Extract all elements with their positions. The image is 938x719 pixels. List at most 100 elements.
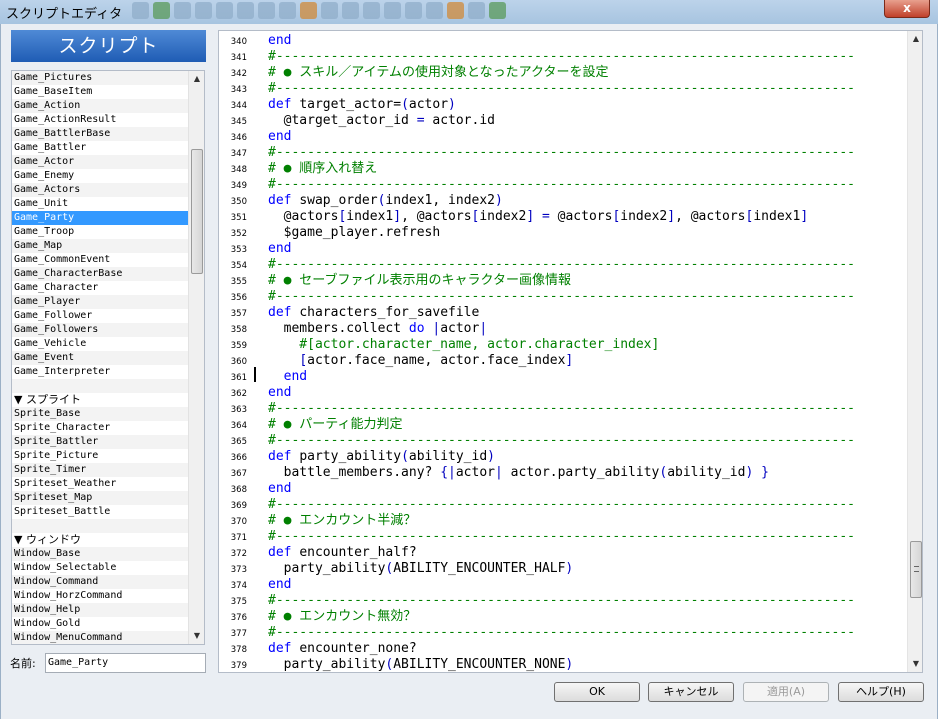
- code-line[interactable]: 346 end: [219, 129, 907, 145]
- script-list[interactable]: Game_Pictures Game_BaseItem Game_Action Gam…: [11, 70, 205, 645]
- toolbar-button-icon[interactable]: [174, 2, 191, 19]
- code-line[interactable]: 364 # ● パーティ能力判定: [219, 417, 907, 433]
- script-list-item[interactable]: Game_CommonEvent: [12, 253, 188, 267]
- toolbar-button-icon[interactable]: [300, 2, 317, 19]
- script-list-item-selected[interactable]: Game_Party: [12, 211, 188, 225]
- code-line[interactable]: 348 # ● 順序入れ替え: [219, 161, 907, 177]
- script-list-item[interactable]: Game_Player: [12, 295, 188, 309]
- script-list-item[interactable]: Spriteset_Battle: [12, 505, 188, 519]
- script-list-item[interactable]: Window_Command: [12, 575, 188, 589]
- script-list-item[interactable]: Game_Enemy: [12, 169, 188, 183]
- scroll-up-arrow-icon[interactable]: ▲: [189, 71, 204, 87]
- code-line[interactable]: 369 #------------------------------------…: [219, 497, 907, 513]
- code-line[interactable]: 352 $game_player.refresh: [219, 225, 907, 241]
- script-list-item[interactable]: Game_Map: [12, 239, 188, 253]
- script-list-item[interactable]: Game_Vehicle: [12, 337, 188, 351]
- script-list-item[interactable]: Game_CharacterBase: [12, 267, 188, 281]
- code-line[interactable]: 360 [actor.face_name, actor.face_index]: [219, 353, 907, 369]
- script-list-item[interactable]: Game_Character: [12, 281, 188, 295]
- script-list-item[interactable]: Spriteset_Weather: [12, 477, 188, 491]
- code-editor[interactable]: 340 end 341 #------------------------------…: [218, 30, 923, 673]
- script-list-item[interactable]: Sprite_Picture: [12, 449, 188, 463]
- code-line[interactable]: 375 #------------------------------------…: [219, 593, 907, 609]
- script-list-item[interactable]: Sprite_Character: [12, 421, 188, 435]
- code-line[interactable]: 379 party_ability(ABILITY_ENCOUNTER_NONE…: [219, 657, 907, 672]
- toolbar-button-icon[interactable]: [426, 2, 443, 19]
- toolbar-button-icon[interactable]: [468, 2, 485, 19]
- script-list-item[interactable]: Window_Gold: [12, 617, 188, 631]
- script-list-item[interactable]: Window_Base: [12, 547, 188, 561]
- code-line[interactable]: 363 #------------------------------------…: [219, 401, 907, 417]
- scroll-thumb[interactable]: [191, 149, 203, 274]
- script-list-item[interactable]: Window_MenuCommand: [12, 631, 188, 644]
- ok-button[interactable]: OK: [554, 682, 640, 702]
- script-name-input[interactable]: Game_Party: [45, 653, 206, 673]
- code-line[interactable]: 345 @target_actor_id = actor.id: [219, 113, 907, 129]
- script-list-item[interactable]: Game_Follower: [12, 309, 188, 323]
- toolbar-button-icon[interactable]: [216, 2, 233, 19]
- code-line[interactable]: 365 #------------------------------------…: [219, 433, 907, 449]
- code-line[interactable]: 340 end: [219, 33, 907, 49]
- editor-scrollbar[interactable]: ▲ ▼: [907, 31, 922, 672]
- script-list-item[interactable]: Game_Battler: [12, 141, 188, 155]
- script-list-item[interactable]: Sprite_Timer: [12, 463, 188, 477]
- code-line[interactable]: 374 end: [219, 577, 907, 593]
- script-list-scrollbar[interactable]: ▲ ▼: [188, 71, 204, 644]
- script-list-item[interactable]: Window_HorzCommand: [12, 589, 188, 603]
- script-list-item[interactable]: Sprite_Battler: [12, 435, 188, 449]
- code-line[interactable]: 371 #------------------------------------…: [219, 529, 907, 545]
- script-list-item[interactable]: Game_BaseItem: [12, 85, 188, 99]
- code-line[interactable]: 344 def target_actor=(actor): [219, 97, 907, 113]
- script-list-item[interactable]: Game_ActionResult: [12, 113, 188, 127]
- toolbar-button-icon[interactable]: [342, 2, 359, 19]
- script-list-item[interactable]: Game_Action: [12, 99, 188, 113]
- code-line[interactable]: 342 # ● スキル／アイテムの使用対象となったアクターを設定: [219, 65, 907, 81]
- script-list-item[interactable]: Game_Troop: [12, 225, 188, 239]
- cancel-button[interactable]: キャンセル: [648, 682, 734, 702]
- toolbar-button-icon[interactable]: [258, 2, 275, 19]
- help-button[interactable]: ヘルプ(H): [838, 682, 924, 702]
- code-line[interactable]: 351 @actors[index1], @actors[index2] = @…: [219, 209, 907, 225]
- code-line[interactable]: 357 def characters_for_savefile: [219, 305, 907, 321]
- list-category-label[interactable]: ▼ ウィンドウ: [12, 533, 188, 547]
- code-line[interactable]: 358 members.collect do |actor|: [219, 321, 907, 337]
- toolbar-button-icon[interactable]: [195, 2, 212, 19]
- code-line[interactable]: 361 end: [219, 369, 907, 385]
- scroll-thumb[interactable]: [910, 541, 922, 598]
- scroll-down-arrow-icon[interactable]: ▼: [189, 628, 204, 644]
- code-line[interactable]: 353 end: [219, 241, 907, 257]
- code-line[interactable]: 359 #[actor.character_name, actor.charac…: [219, 337, 907, 353]
- code-line[interactable]: 378 def encounter_none?: [219, 641, 907, 657]
- script-list-item[interactable]: Game_Followers: [12, 323, 188, 337]
- code-line[interactable]: 373 party_ability(ABILITY_ENCOUNTER_HALF…: [219, 561, 907, 577]
- script-list-item[interactable]: Window_Selectable: [12, 561, 188, 575]
- scroll-up-arrow-icon[interactable]: ▲: [908, 31, 922, 47]
- close-button[interactable]: x: [884, 0, 930, 18]
- script-list-item[interactable]: Sprite_Base: [12, 407, 188, 421]
- toolbar-button-icon[interactable]: [153, 2, 170, 19]
- code-line[interactable]: 362 end: [219, 385, 907, 401]
- code-line[interactable]: 343 #------------------------------------…: [219, 81, 907, 97]
- script-list-item[interactable]: Game_Unit: [12, 197, 188, 211]
- code-line[interactable]: 341 #------------------------------------…: [219, 49, 907, 65]
- toolbar-button-icon[interactable]: [363, 2, 380, 19]
- code-line[interactable]: 355 # ● セーブファイル表示用のキャラクター画像情報: [219, 273, 907, 289]
- code-line[interactable]: 377 #------------------------------------…: [219, 625, 907, 641]
- script-list-item[interactable]: Window_Help: [12, 603, 188, 617]
- toolbar-button-icon[interactable]: [384, 2, 401, 19]
- code-line[interactable]: 354 #------------------------------------…: [219, 257, 907, 273]
- toolbar-button-icon[interactable]: [321, 2, 338, 19]
- script-list-item[interactable]: Game_Pictures: [12, 71, 188, 85]
- apply-button[interactable]: 適用(A): [743, 682, 829, 702]
- scroll-down-arrow-icon[interactable]: ▼: [908, 656, 922, 672]
- script-list-item[interactable]: Spriteset_Map: [12, 491, 188, 505]
- code-line[interactable]: 366 def party_ability(ability_id): [219, 449, 907, 465]
- list-category-label[interactable]: ▼ スプライト: [12, 393, 188, 407]
- script-list-item[interactable]: Game_Actor: [12, 155, 188, 169]
- code-line[interactable]: 347 #------------------------------------…: [219, 145, 907, 161]
- code-line[interactable]: 370 # ● エンカウント半減？: [219, 513, 907, 529]
- script-list-item[interactable]: Game_Event: [12, 351, 188, 365]
- toolbar-button-icon[interactable]: [405, 2, 422, 19]
- code-line[interactable]: 350 def swap_order(index1, index2): [219, 193, 907, 209]
- toolbar-button-icon[interactable]: [489, 2, 506, 19]
